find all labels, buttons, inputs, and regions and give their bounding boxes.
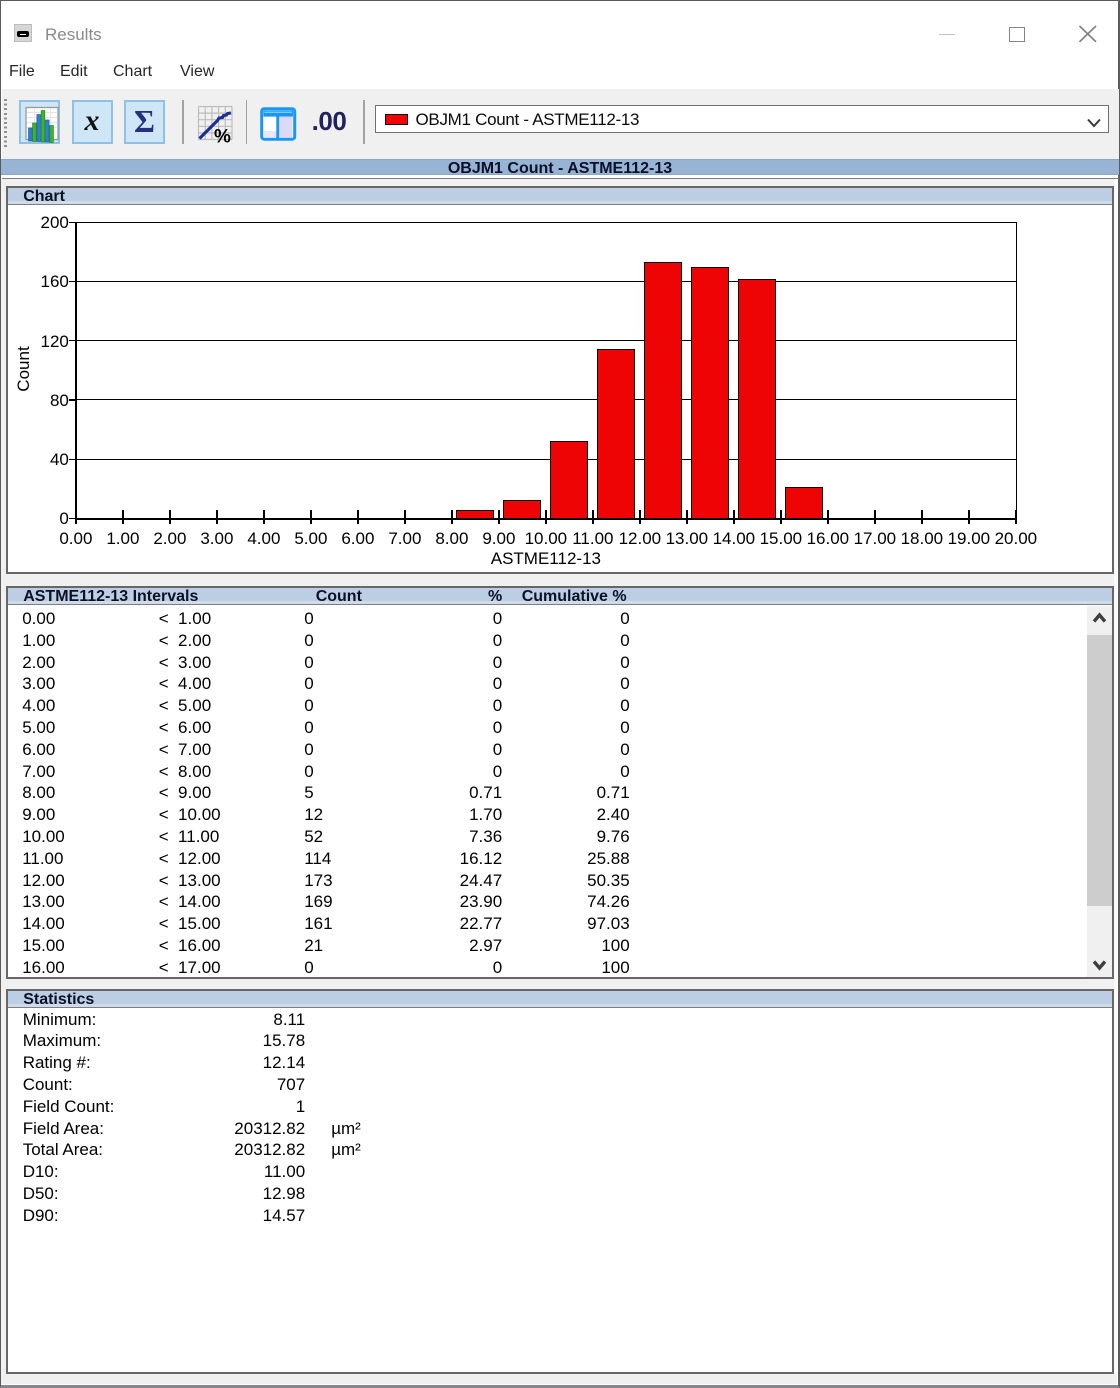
svg-text:%: % <box>214 127 231 147</box>
